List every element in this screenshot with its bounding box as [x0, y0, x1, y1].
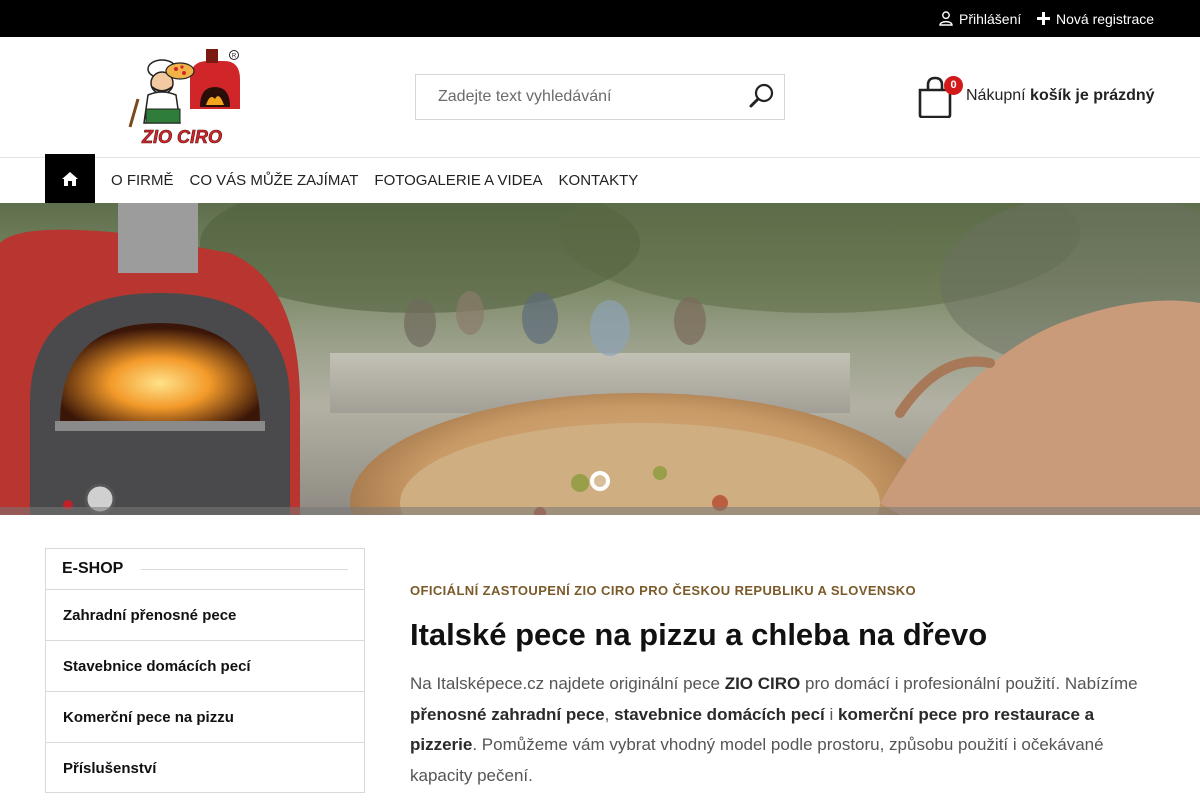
cart-widget[interactable]: 0 Nákupní košík je prázdný: [916, 74, 1156, 120]
sidebar-item-stavebnice-domacich-peci[interactable]: Stavebnice domácích pecí: [46, 641, 364, 692]
intro-text: i: [824, 704, 839, 724]
hero-bottom-strip: [0, 507, 1200, 515]
intro-text: ,: [604, 704, 615, 724]
eshop-header: E-SHOP: [46, 549, 364, 590]
slider-dot[interactable]: [590, 471, 610, 491]
sidebar-item-prislusenstvi[interactable]: Příslušenství: [46, 743, 364, 794]
top-bar: Přihlášení Nová registrace: [0, 0, 1200, 37]
eshop-title: E-SHOP: [62, 560, 124, 577]
login-label: Přihlášení: [959, 10, 1022, 27]
cart-label-prefix: Nákupní: [966, 87, 1026, 104]
main-nav: O FIRMĚ CO VÁS MŮŽE ZAJÍMAT FOTOGALERIE …: [0, 154, 1200, 204]
hero-slider: [0, 203, 1200, 515]
register-link[interactable]: Nová registrace: [1037, 0, 1154, 37]
main-content: OFICIÁLNÍ ZASTOUPENÍ ZIO CIRO PRO ČESKOU…: [410, 583, 1160, 791]
intro-text: pro domácí i profesionální použití. Nabí…: [800, 674, 1138, 693]
svg-text:R: R: [232, 54, 237, 60]
search-input[interactable]: [416, 75, 736, 119]
nav-item-kontakty[interactable]: KONTAKTY: [559, 172, 639, 189]
eshop-title-divider: [141, 569, 348, 570]
home-icon: [62, 172, 78, 186]
user-icon: [939, 11, 953, 26]
home-button[interactable]: [45, 154, 95, 204]
cart-label: Nákupní košík je prázdný: [966, 87, 1155, 105]
eshop-sidebar: E-SHOP Zahradní přenosné pece Stavebnice…: [45, 548, 365, 793]
search-button[interactable]: [748, 83, 776, 111]
svg-text:ZIO CIRO: ZIO CIRO: [141, 127, 222, 147]
zio-ciro-logo[interactable]: R ZIO CIRO: [124, 49, 242, 147]
intro-bold: stavebnice domácích pecí: [614, 704, 825, 724]
intro-text: Na Italsképece.cz najdete originální pec…: [410, 674, 725, 693]
plus-icon: [1037, 12, 1050, 25]
intro-paragraph: Na Italsképece.cz najdete originální pec…: [410, 669, 1160, 791]
search-icon: [749, 83, 774, 108]
search-box: [415, 74, 785, 120]
intro-bold: přenosné zahradní pece: [410, 704, 605, 724]
cart-count-badge: 0: [944, 76, 963, 95]
nav-item-fotogalerie[interactable]: FOTOGALERIE A VIDEA: [374, 172, 542, 189]
intro-text: . Pomůžeme vám vybrat vhodný model podle…: [410, 735, 1104, 785]
cart-label-state: košík je prázdný: [1030, 87, 1155, 104]
nav-item-co-vas-muze-zajimat[interactable]: CO VÁS MŮŽE ZAJÍMAT: [190, 172, 359, 189]
sidebar-item-zahradni-prenosne-pece[interactable]: Zahradní přenosné pece: [46, 590, 364, 641]
section-kicker: OFICIÁLNÍ ZASTOUPENÍ ZIO CIRO PRO ČESKOU…: [410, 583, 917, 598]
hero-image: [0, 203, 1200, 515]
page-title: Italské pece na pizzu a chleba na dřevo: [410, 617, 988, 652]
login-link[interactable]: Přihlášení: [939, 0, 1021, 37]
sidebar-item-komercni-pece[interactable]: Komerční pece na pizzu: [46, 692, 364, 743]
register-label: Nová registrace: [1056, 10, 1155, 27]
nav-item-o-firme[interactable]: O FIRMĚ: [111, 172, 174, 189]
site-header: R ZIO CIRO 0 Nákupní košík je prázdný: [0, 37, 1200, 158]
intro-bold: ZIO CIRO: [724, 674, 801, 693]
